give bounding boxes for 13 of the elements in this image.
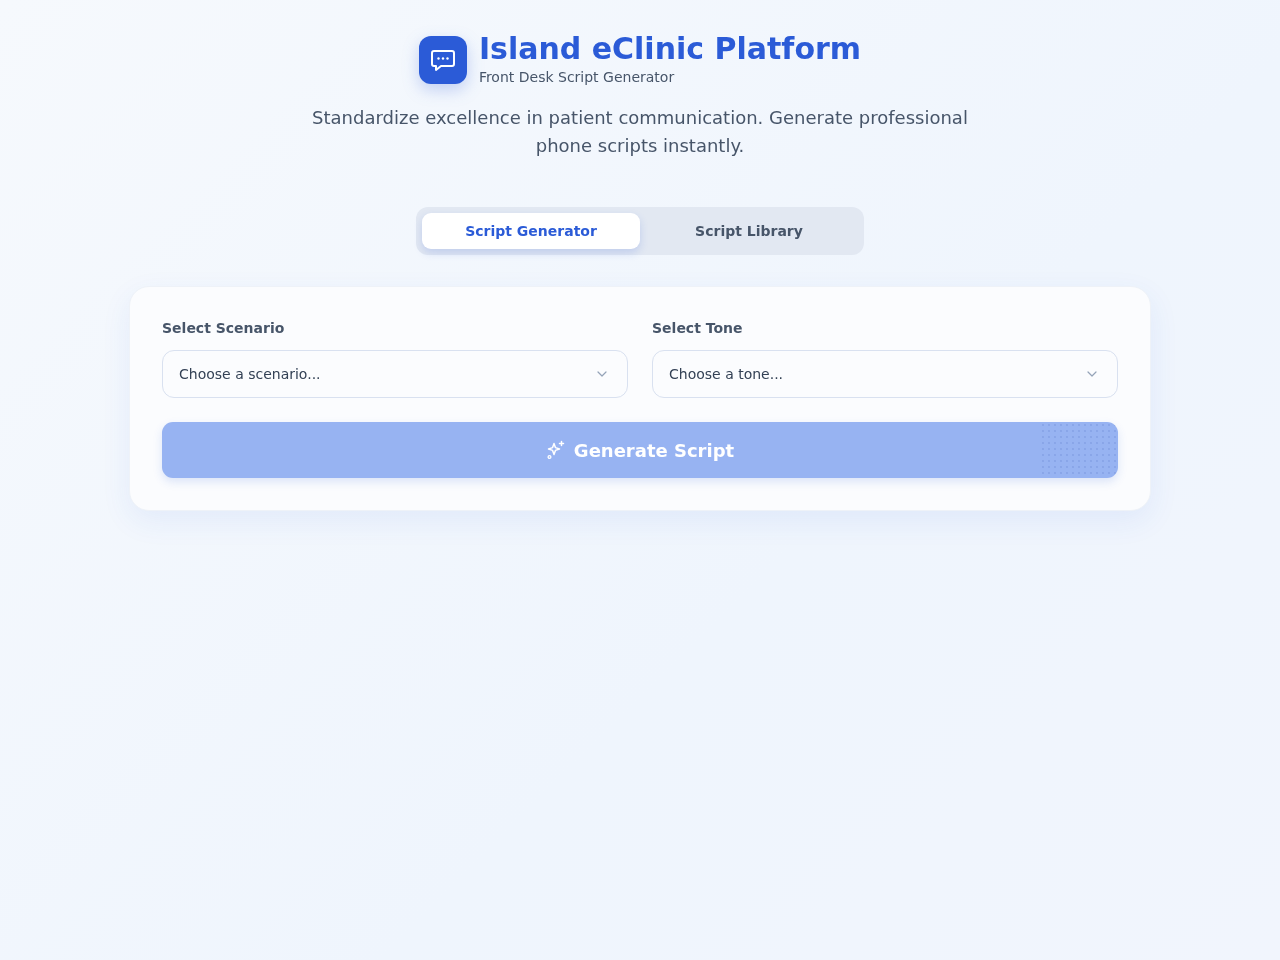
field-label: Select Scenario: [162, 319, 285, 337]
chat-bubble-icon: [418, 36, 467, 84]
chevron-down-icon: [1087, 371, 1097, 377]
sparkles-icon: [545, 440, 566, 460]
tone-dropdown[interactable]: Choose a tone...: [652, 350, 1118, 398]
field-label: Select Tone: [652, 319, 743, 337]
chevron-down-icon: [597, 371, 607, 377]
app-title: Island eClinic Platform: [478, 35, 862, 63]
tab[interactable]: Script Generator: [422, 213, 640, 249]
app-subtitle: Front Desk Script Generator: [478, 68, 676, 86]
tab[interactable]: Script Library: [640, 213, 858, 249]
scenario-dropdown[interactable]: Choose a scenario...: [162, 350, 628, 398]
app-description: Standardize excellence in patient communication. Generate professional phone scripts instantly.: [311, 106, 969, 158]
